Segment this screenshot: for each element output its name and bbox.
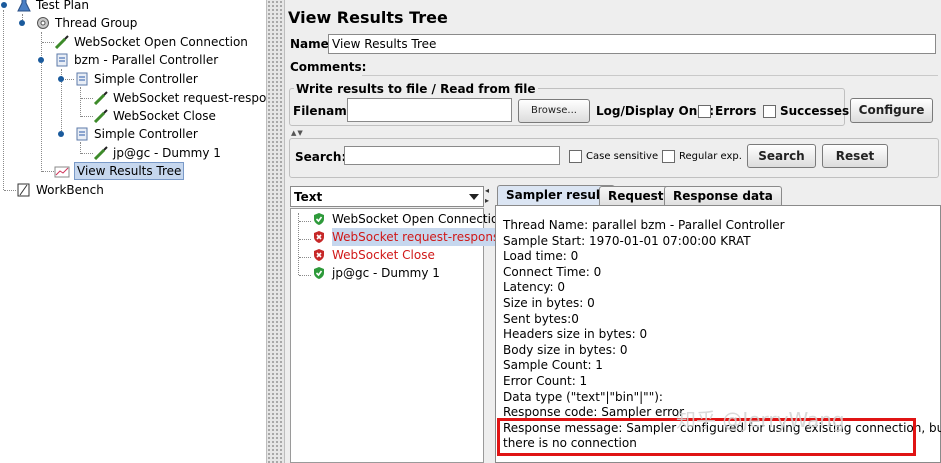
configure-button[interactable]: Configure <box>850 98 933 123</box>
highlight-annotation <box>497 418 916 456</box>
result-line: Latency: 0 <box>503 280 566 295</box>
search-label: Search: <box>295 150 347 164</box>
case-sensitive-checkbox[interactable] <box>569 150 582 163</box>
result-item-label: WebSocket Close <box>332 248 435 262</box>
tree-item-label: WebSocket Close <box>113 109 216 123</box>
name-input[interactable]: View Results Tree <box>328 34 936 54</box>
tab-request[interactable]: Request <box>599 186 673 206</box>
tree-item-label: Simple Controller <box>94 72 198 86</box>
success-shield-icon <box>314 267 324 279</box>
result-line: Sample Start: 1970-01-01 07:00:00 KRAT <box>503 233 751 248</box>
pipette-icon <box>93 109 108 123</box>
regex-label: Regular exp. <box>679 151 742 162</box>
tree-item-label: View Results Tree <box>74 162 185 180</box>
result-line: Size in bytes: 0 <box>503 296 595 310</box>
collapse-knob-icon[interactable] <box>37 56 45 64</box>
log-display-label: Log/Display Only: <box>596 104 714 118</box>
result-item-label: WebSocket Open Connectio <box>332 212 499 226</box>
tree-item-label: WebSocket request-respons <box>113 91 266 105</box>
result-item-label: WebSocket request-respons <box>332 228 500 246</box>
result-line: Data type ("text"|"bin"|""): <box>503 389 663 404</box>
renderer-select-value: Text <box>294 190 323 204</box>
split-arrows-icon[interactable]: ◂ ▸ <box>485 186 493 206</box>
renderer-select[interactable]: Text <box>290 186 484 207</box>
comments-field[interactable] <box>362 58 938 76</box>
search-input[interactable] <box>344 146 560 165</box>
comments-label: Comments: <box>290 60 367 74</box>
gear-icon <box>37 17 49 29</box>
split-arrows-icon[interactable]: ▲▼ <box>291 129 304 137</box>
error-shield-icon <box>314 249 324 261</box>
write-results-title: Write results to file / Read from file <box>294 81 538 97</box>
result-line: Load time: 0 <box>503 249 579 264</box>
pipette-icon <box>93 91 108 105</box>
pipette-icon <box>93 146 108 160</box>
chevron-down-icon <box>469 194 479 200</box>
controller-icon <box>56 53 68 67</box>
success-shield-icon <box>314 213 324 225</box>
tab-response-data[interactable]: Response data <box>664 186 782 206</box>
filename-input[interactable] <box>347 98 512 122</box>
result-line: Body size in bytes: 0 <box>503 342 628 357</box>
result-line: Error Count: 1 <box>503 374 588 388</box>
errors-checkbox[interactable] <box>698 105 711 118</box>
error-shield-icon <box>314 231 324 243</box>
result-line: Sample Count: 1 <box>503 358 603 373</box>
successes-checkbox[interactable] <box>763 105 776 118</box>
collapse-knob-icon[interactable] <box>18 19 26 27</box>
tree-item-label: Simple Controller <box>94 127 198 141</box>
successes-label: Successes <box>780 104 850 118</box>
test-plan-tree[interactable]: Test Plan Thread Group WebSocket Open Co… <box>0 0 266 463</box>
reset-button[interactable]: Reset <box>822 144 888 168</box>
flask-icon <box>17 0 31 12</box>
tree-item-label: Thread Group <box>55 16 138 30</box>
filename-label: Filename <box>293 104 355 118</box>
tab-sampler-result[interactable]: Sampler result <box>497 185 615 206</box>
tree-item-label: Test Plan <box>36 0 89 12</box>
collapse-knob-icon[interactable] <box>0 1 8 9</box>
pipette-icon <box>54 35 69 49</box>
browse-button[interactable]: Browse... <box>518 99 590 123</box>
page-title: View Results Tree <box>288 8 448 27</box>
controller-icon <box>76 72 88 86</box>
collapse-knob-icon[interactable] <box>57 75 65 83</box>
chart-icon <box>54 166 70 178</box>
result-line: Sent bytes:0 <box>503 311 579 326</box>
view-results-tree-panel: View Results Tree Name: View Results Tre… <box>285 0 941 463</box>
regex-checkbox[interactable] <box>662 150 675 163</box>
tree-item-label: bzm - Parallel Controller <box>74 53 219 67</box>
tree-item-label: WebSocket Open Connection <box>74 35 248 49</box>
tree-item-label: WorkBench <box>36 183 104 197</box>
result-line: Headers size in bytes: 0 <box>503 327 648 342</box>
result-item-label: jp@gc - Dummy 1 <box>332 266 440 280</box>
tree-item-label: jp@gc - Dummy 1 <box>113 146 221 160</box>
workbench-icon <box>17 183 30 197</box>
controller-icon <box>76 127 88 141</box>
result-line: Connect Time: 0 <box>503 264 602 279</box>
case-sensitive-label: Case sensitive <box>586 151 659 162</box>
result-line: Thread Name: parallel bzm - Parallel Con… <box>503 218 785 232</box>
split-pane-divider[interactable] <box>266 0 285 463</box>
errors-label: Errors <box>715 104 757 118</box>
search-button[interactable]: Search <box>747 144 816 168</box>
results-list[interactable]: WebSocket Open Connectio WebSocket reque… <box>290 208 500 463</box>
collapse-knob-icon[interactable] <box>57 130 65 138</box>
